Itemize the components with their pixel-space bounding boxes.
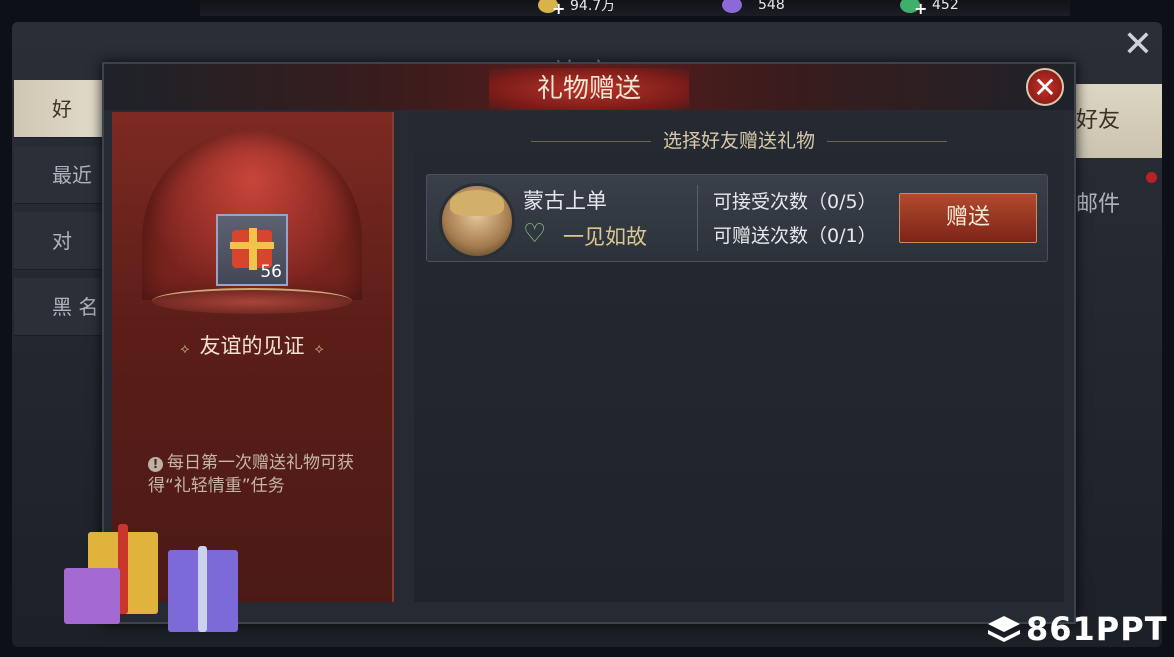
divider-line: [827, 141, 947, 142]
gold-coin-icon: +: [538, 0, 565, 17]
close-modal-button[interactable]: ✕: [1026, 68, 1064, 106]
stage-pedestal: [152, 288, 352, 314]
decorative-gifts: [60, 510, 250, 640]
gift-name-label: 友谊的见证: [199, 334, 305, 358]
avatar-hair: [450, 190, 504, 216]
gift-tip-text: 每日第一次赠送礼物可获得“礼轻情重”任务: [148, 453, 354, 496]
relation-level: 一见如故: [563, 225, 647, 249]
close-social-icon[interactable]: ✕: [1120, 27, 1156, 63]
layers-icon: [988, 616, 1020, 642]
tab-blacklist[interactable]: 黑 名: [14, 278, 104, 336]
add-gold-icon[interactable]: +: [552, 1, 565, 17]
green-gem-icon: +: [900, 0, 927, 17]
ornament-icon: ⟡: [180, 341, 190, 357]
gold-amount: 94.7万: [570, 0, 616, 14]
friend-name: 蒙古上单: [523, 189, 607, 213]
ornament-icon: ⟡: [314, 341, 324, 357]
send-count: 可赠送次数（0/1）: [713, 225, 877, 247]
purple-gem-icon: [722, 0, 742, 13]
row-divider: [697, 185, 698, 251]
friend-list-panel: 选择好友赠送礼物 蒙古上单 ♡ 一见如故 可接受次数（0/5） 可赠送次数（0/…: [414, 112, 1064, 602]
gift-ribbon: [198, 546, 207, 632]
accept-count: 可接受次数（0/5）: [713, 191, 877, 213]
gift-item-slot[interactable]: 56: [216, 214, 288, 286]
modal-title: 礼物赠送: [489, 68, 689, 110]
gift-box-icon: [64, 568, 120, 624]
send-gift-button[interactable]: 赠送: [899, 193, 1037, 243]
gift-tip: ! 每日第一次赠送礼物可获得“礼轻情重”任务: [148, 452, 378, 498]
currency-bar: + 94.7万 548 + 452: [200, 0, 1070, 17]
currency-gold: + 94.7万: [538, 0, 616, 17]
currency-purple: 548: [722, 0, 785, 14]
gift-ribbon: [249, 228, 257, 270]
watermark: 861PPT: [1026, 610, 1168, 648]
section-title-label: 选择好友赠送礼物: [662, 130, 815, 152]
tab-mail[interactable]: 邮件: [1076, 186, 1120, 218]
heart-icon: ♡: [523, 219, 547, 249]
friend-row[interactable]: 蒙古上单 ♡ 一见如故 可接受次数（0/5） 可赠送次数（0/1） 赠送: [426, 174, 1048, 262]
info-icon: !: [148, 457, 163, 472]
divider-line: [530, 141, 651, 142]
gift-count: 56: [260, 262, 282, 282]
green-gem-amount: 452: [932, 0, 959, 13]
tab-friends-right[interactable]: 好友: [1076, 84, 1162, 158]
tab-recent[interactable]: 最近联: [14, 146, 104, 245]
avatar[interactable]: [439, 183, 515, 259]
notification-dot: [1146, 172, 1157, 183]
tab-friends[interactable]: 好: [14, 80, 104, 138]
section-title: 选择好友赠送礼物: [414, 126, 1064, 153]
tab-rival[interactable]: 对: [14, 212, 104, 270]
gift-name: ⟡ 友谊的见证 ⟡: [112, 330, 392, 360]
currency-green: + 452: [900, 0, 959, 17]
add-green-gem-icon[interactable]: +: [914, 1, 927, 17]
purple-gem-amount: 548: [758, 0, 785, 13]
gift-ribbon: [230, 242, 274, 249]
